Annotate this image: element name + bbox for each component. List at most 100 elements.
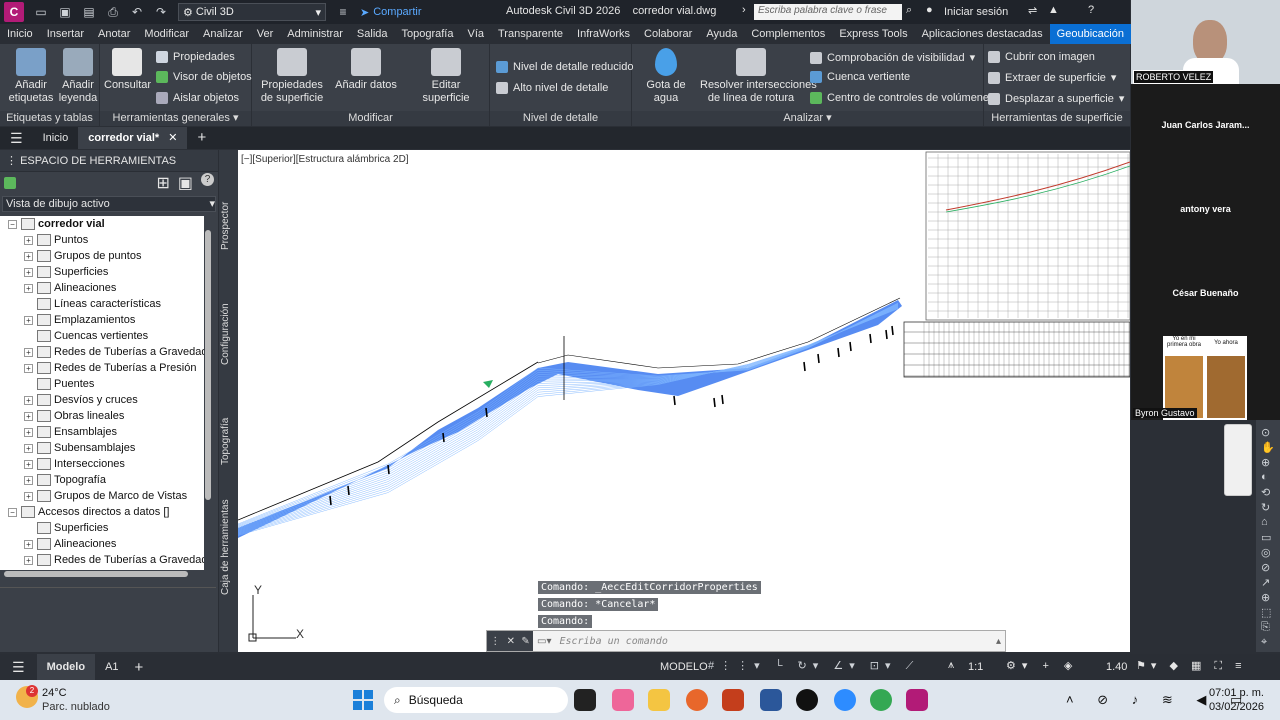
ribbon-tab[interactable]: Modificar [137, 28, 196, 40]
expand-icon[interactable]: + [24, 283, 33, 293]
add-data-button[interactable]: Añadir datos [334, 48, 398, 92]
ribbon-tab[interactable]: Express Tools [832, 28, 914, 40]
object-viewer-button[interactable]: Visor de objetos [156, 71, 252, 83]
toolspace-icon[interactable] [4, 177, 16, 189]
panel-icon[interactable]: ▣ [178, 173, 193, 193]
expand-icon[interactable]: − [8, 507, 17, 517]
tree-root[interactable]: − corredor vial [0, 216, 204, 232]
tree-item[interactable]: Superficies [0, 520, 204, 536]
tree-item[interactable]: + Topografía [0, 472, 204, 488]
search-icon[interactable]: ⌕ [906, 4, 912, 17]
drag-handle-icon[interactable]: ⋮ [490, 636, 500, 647]
wrench-icon[interactable]: ✎ [521, 636, 529, 647]
expand-icon[interactable]: + [24, 267, 33, 277]
ribbon-tab[interactable]: Vía [460, 28, 491, 40]
expand-icon[interactable]: + [24, 363, 33, 373]
signin-link[interactable]: Iniciar sesión [944, 6, 1008, 18]
ribbon-tab[interactable]: Ver [250, 28, 281, 40]
add-labels-button[interactable]: Añadir etiquetas [6, 48, 56, 105]
tree-item[interactable]: + Superficies [0, 264, 204, 280]
saveas-icon[interactable]: ▤ [82, 5, 96, 19]
nav-tool-icon[interactable]: ▭ [1261, 531, 1271, 544]
layers-icon[interactable]: ≡ [336, 5, 350, 19]
ribbon-tab[interactable]: Colaborar [637, 28, 699, 40]
tab-survey[interactable]: Topografía [220, 418, 231, 465]
add-layout-icon[interactable]: + [129, 659, 150, 676]
close-icon[interactable]: ✕ [507, 636, 515, 647]
triangle-icon[interactable]: ▲ [1048, 4, 1059, 16]
file-explorer-icon[interactable] [648, 689, 670, 711]
tree-item[interactable]: + Grupos de Marco de Vistas [0, 488, 204, 504]
hamburger-icon[interactable]: ☰ [0, 659, 37, 676]
ribbon-tab[interactable]: InfraWorks [570, 28, 637, 40]
properties-button[interactable]: Propiedades [156, 51, 235, 63]
zoom-icon[interactable] [834, 689, 856, 711]
tree-item[interactable]: + Ensamblajes [0, 424, 204, 440]
water-drop-button[interactable]: Gota de agua [634, 48, 698, 105]
tree-item[interactable]: Líneas características [0, 296, 204, 312]
expand-icon[interactable]: + [24, 539, 33, 549]
ribbon-tab[interactable]: Salida [350, 28, 395, 40]
new-tab-icon[interactable]: + [187, 127, 216, 149]
media-player-icon[interactable] [796, 689, 818, 711]
windows-start-icon[interactable] [352, 689, 374, 711]
ribbon-tab[interactable]: Analizar [196, 28, 250, 40]
chevron-up-icon[interactable]: ▴ [996, 636, 1001, 647]
clock-time[interactable]: 07:01 p. m. [1208, 687, 1264, 699]
app-menu-button[interactable]: C [4, 2, 24, 22]
word-icon[interactable] [760, 689, 782, 711]
tree-item[interactable]: Puentes [0, 376, 204, 392]
tree-hscrollbar[interactable] [4, 571, 188, 577]
move-to-surface-button[interactable]: Desplazar a superficie ▾ [988, 92, 1124, 105]
weather-desc[interactable]: Parc. nublado [42, 701, 110, 713]
tab-prospector[interactable]: Prospector [220, 202, 231, 250]
nav-tool-icon[interactable]: ↗ [1261, 576, 1270, 589]
tab-toolbox[interactable]: Caja de herramientas [220, 499, 231, 595]
save-icon[interactable]: ▣ [58, 5, 72, 19]
tab-model[interactable]: Modelo [36, 654, 96, 680]
expand-icon[interactable]: − [8, 219, 17, 229]
expand-icon[interactable]: + [24, 491, 33, 501]
nav-tool-icon[interactable]: ⊕ [1261, 591, 1270, 604]
tree-item[interactable]: + Subensamblajes [0, 440, 204, 456]
weather-temp[interactable]: 24°C [42, 687, 67, 699]
high-detail-button[interactable]: Alto nivel de detalle [496, 82, 608, 94]
workspace-select[interactable]: ⚙ Civil 3D ▾ [178, 3, 326, 21]
snap-icons[interactable]: #⋮⋮▾ └ ↻▾ ∠▾ ⊡▾ ⟋ [708, 659, 919, 673]
nav-tool-icon[interactable]: ⬚ [1261, 606, 1271, 619]
ribbon-tab[interactable]: Aplicaciones destacadas [915, 28, 1050, 40]
nav-tool-icon[interactable]: ⊕ [1261, 456, 1270, 469]
copilot-icon[interactable] [612, 689, 634, 711]
tree-icon[interactable]: ⊞ [156, 173, 169, 193]
tree-item[interactable]: + Redes de Tuberías a Presión [0, 360, 204, 376]
share-button[interactable]: ➤ Compartir [360, 6, 422, 19]
panel-title[interactable]: Herramientas generales ▾ [100, 111, 251, 126]
expand-icon[interactable]: + [24, 347, 33, 357]
surface-properties-button[interactable]: Propiedades de superficie [260, 48, 324, 105]
nav-tool-icon[interactable]: ✋ [1261, 441, 1275, 454]
hamburger-icon[interactable]: ☰ [0, 127, 33, 149]
model-space-toggle[interactable]: MODELO [660, 661, 708, 673]
ribbon-tab[interactable]: Inicio [0, 28, 40, 40]
ribbon-tab[interactable]: Administrar [280, 28, 350, 40]
tab-home[interactable]: Inicio [33, 127, 79, 149]
ribbon-tab[interactable]: Transparente [491, 28, 570, 40]
workspace-icons[interactable]: ⚙▾ + ◈ [1006, 659, 1078, 672]
tree-item[interactable]: + Alineaciones [0, 536, 204, 552]
search-input[interactable]: Escriba palabra clave o frase [754, 4, 902, 20]
expand-icon[interactable]: + [24, 395, 33, 405]
expand-icon[interactable]: + [24, 427, 33, 437]
annotation-scale[interactable]: 1:1 [968, 661, 983, 673]
nav-tool-icon[interactable]: ⎘ [1261, 621, 1270, 634]
ribbon-tab[interactable]: Insertar [40, 28, 91, 40]
expand-icon[interactable]: + [24, 315, 33, 325]
nav-tool-icon[interactable]: ⌖ [1261, 636, 1267, 649]
expand-icon[interactable]: + [24, 235, 33, 245]
firefox-icon[interactable] [686, 689, 708, 711]
nav-tool-icon[interactable]: ◐ [1261, 471, 1268, 483]
expand-icon[interactable]: + [24, 251, 33, 261]
ribbon-tab[interactable]: Geoubicación [1049, 24, 1131, 44]
expand-icon[interactable]: + [24, 459, 33, 469]
close-icon[interactable]: ✕ [168, 132, 177, 144]
expand-icon[interactable]: + [24, 555, 33, 565]
